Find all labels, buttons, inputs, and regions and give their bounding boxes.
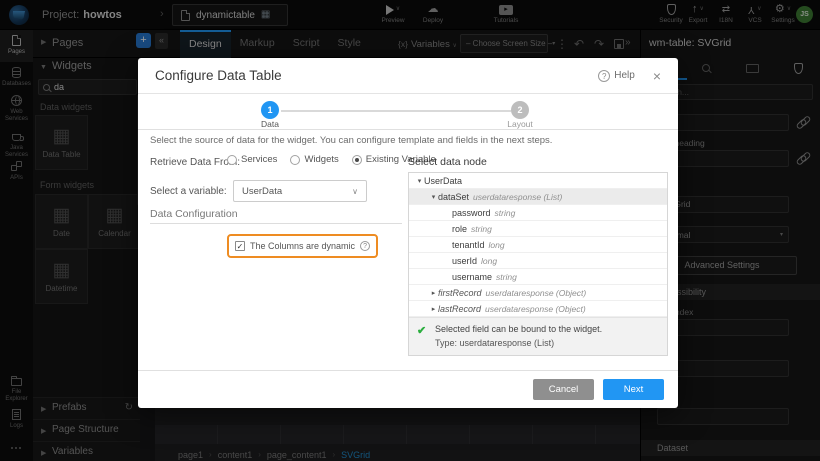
- select-variable-label: Select a variable:: [150, 186, 227, 197]
- bind-info-line2: Type: userdataresponse (List): [435, 338, 659, 348]
- caret-down-icon[interactable]: ▾: [429, 193, 438, 201]
- tree-node-name: tenantId: [452, 240, 485, 250]
- help-icon: ?: [598, 70, 610, 82]
- tree-node-name: UserData: [424, 176, 462, 186]
- variable-select[interactable]: UserData ∨: [233, 180, 367, 202]
- radio-services[interactable]: Services: [227, 154, 277, 165]
- dialog-description: Select the source of data for the widget…: [150, 135, 552, 146]
- tree-node-name: password: [452, 208, 491, 218]
- check-icon: ✔: [417, 324, 426, 337]
- help-icon[interactable]: ?: [360, 241, 370, 251]
- tree-node-type: long: [489, 240, 505, 250]
- close-icon[interactable]: ×: [653, 69, 661, 83]
- tree-node-role[interactable]: role string: [409, 221, 667, 237]
- tree-node-firstRecord[interactable]: ▸firstRecord userdataresponse (Object): [409, 285, 667, 301]
- configure-data-table-dialog: Configure Data Table ? Help × 1 Data 2 L…: [138, 58, 678, 408]
- tree-node-name: username: [452, 272, 492, 282]
- dynamic-columns-label: The Columns are dynamic: [250, 241, 355, 251]
- dynamic-columns-highlight-box[interactable]: ✓ The Columns are dynamic ?: [227, 234, 378, 258]
- cancel-button[interactable]: Cancel: [533, 379, 594, 400]
- tree-node-password[interactable]: password string: [409, 205, 667, 221]
- tree-node-type: userdataresponse (List): [473, 192, 562, 202]
- section-divider: [150, 223, 402, 224]
- tree-node-tenantId[interactable]: tenantId long: [409, 237, 667, 253]
- tree-node-name: dataSet: [438, 192, 469, 202]
- tree-node-UserData[interactable]: ▾UserData: [409, 173, 667, 189]
- data-source-radio-group: Services Widgets Existing Variable: [227, 154, 436, 165]
- radio-circle: [290, 155, 300, 165]
- tree-node-name: lastRecord: [438, 304, 481, 314]
- step-2-circle: 2: [511, 101, 529, 119]
- tree-node-username[interactable]: username string: [409, 269, 667, 285]
- stepper-line: [281, 110, 511, 112]
- next-button[interactable]: Next: [603, 379, 664, 400]
- tree-node-type: userdataresponse (Object): [486, 288, 587, 298]
- caret-right-icon[interactable]: ▸: [429, 289, 438, 297]
- radio-circle: [352, 155, 362, 165]
- tree-node-type: string: [471, 224, 492, 234]
- dialog-footer: Cancel Next: [138, 370, 678, 408]
- data-node-tree: ▾UserData▾dataSetuserdataresponse (List)…: [408, 172, 668, 356]
- help-button[interactable]: ? Help: [598, 70, 635, 82]
- tree-node-name: firstRecord: [438, 288, 482, 298]
- tree-node-type: long: [481, 256, 497, 266]
- tree-node-type: userdataresponse (Object): [485, 304, 586, 314]
- tree-node-name: role: [452, 224, 467, 234]
- step-2-label: Layout: [490, 119, 550, 129]
- tree-node-name: userId: [452, 256, 477, 266]
- tree-node-type: string: [496, 272, 517, 282]
- tree-node-dataSet[interactable]: ▾dataSet userdataresponse (List): [409, 189, 667, 205]
- caret-down-icon[interactable]: ▾: [415, 177, 424, 185]
- tree-node-lastRecord[interactable]: ▸lastRecord userdataresponse (Object): [409, 301, 667, 317]
- dropdown-arrow-icon: ∨: [352, 187, 358, 196]
- caret-right-icon[interactable]: ▸: [429, 305, 438, 313]
- wizard-stepper: 1 Data 2 Layout: [138, 94, 678, 130]
- radio-widgets[interactable]: Widgets: [290, 154, 338, 165]
- dialog-header: Configure Data Table ? Help ×: [138, 58, 678, 94]
- dialog-title: Configure Data Table: [155, 68, 598, 83]
- dynamic-columns-checkbox[interactable]: ✓: [235, 241, 245, 251]
- tree-node-type: string: [495, 208, 516, 218]
- tree-node-userId[interactable]: userId long: [409, 253, 667, 269]
- tree-rows: ▾UserData▾dataSetuserdataresponse (List)…: [409, 173, 667, 317]
- step-1-label: Data: [240, 119, 300, 129]
- bind-info-line1: Selected field can be bound to the widge…: [435, 324, 659, 334]
- data-configuration-heading: Data Configuration: [150, 208, 238, 220]
- radio-circle: [227, 155, 237, 165]
- bind-info-box: ✔ Selected field can be bound to the wid…: [409, 317, 667, 355]
- select-data-node-label: Select data node: [408, 156, 487, 168]
- step-1-circle: 1: [261, 101, 279, 119]
